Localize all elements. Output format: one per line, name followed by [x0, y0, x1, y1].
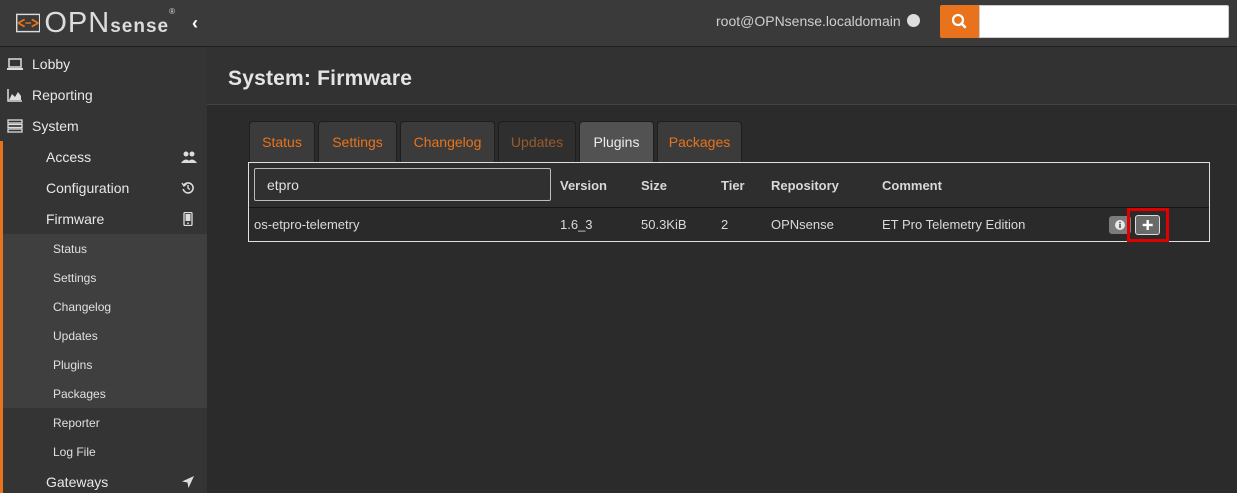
logo-text: OPNsense® — [44, 6, 176, 39]
column-header-repository[interactable]: Repository — [771, 178, 839, 193]
sidebar-item-configuration[interactable]: Configuration — [0, 172, 207, 203]
page-title: System: Firmware — [228, 67, 413, 90]
sidebar-item-label: Packages — [53, 386, 106, 401]
sidebar-item-firmware[interactable]: Firmware — [0, 203, 207, 234]
tab-label: Updates — [510, 134, 564, 150]
sidebar-item-label: Log File — [53, 444, 96, 459]
history-icon — [181, 182, 194, 194]
sidebar-item-lobby[interactable]: Lobby — [0, 48, 207, 79]
logo-icon — [16, 13, 41, 33]
sidebar-item-access[interactable]: Access — [0, 141, 207, 172]
search-input[interactable] — [979, 5, 1229, 38]
laptop-icon — [7, 57, 23, 70]
column-header-version[interactable]: Version — [560, 178, 607, 193]
install-button-highlight — [1127, 208, 1169, 242]
tab-updates[interactable]: Updates — [498, 121, 576, 162]
tab-label: Packages — [668, 134, 731, 150]
sidebar-item-firmware-settings[interactable]: Settings — [0, 263, 207, 292]
search-filter-input[interactable]: etpro — [254, 168, 551, 201]
sidebar-item-label: Configuration — [46, 179, 130, 196]
sidebar-item-label: Plugins — [53, 357, 93, 372]
cell-comment: ET Pro Telemetry Edition — [882, 217, 1026, 232]
tab-changelog[interactable]: Changelog — [400, 121, 495, 162]
tab-settings[interactable]: Settings — [318, 121, 397, 162]
sidebar-item-firmware-reporter[interactable]: Reporter — [0, 408, 207, 437]
sidebar-item-label: Reporting — [32, 86, 93, 103]
column-header-size[interactable]: Size — [641, 178, 667, 193]
sidebar-item-firmware-log-file[interactable]: Log File — [0, 437, 207, 466]
location-arrow-icon — [182, 476, 194, 488]
sidebar-item-firmware-changelog[interactable]: Changelog — [0, 292, 207, 321]
tablet-icon — [183, 212, 193, 226]
cell-tier: 2 — [721, 217, 729, 232]
tab-plugins[interactable]: Plugins — [579, 121, 654, 162]
cell-size: 50.3KiB — [641, 217, 687, 232]
sidebar-item-label: Updates — [53, 328, 98, 343]
tab-label: Changelog — [413, 134, 482, 150]
sidebar-item-firmware-updates[interactable]: Updates — [0, 321, 207, 350]
sidebar-item-firmware-plugins[interactable]: Plugins — [0, 350, 207, 379]
users-icon — [181, 151, 197, 163]
plugins-table: etpro Version Size Tier Repository Comme… — [248, 162, 1210, 242]
cell-repository: OPNsense — [771, 217, 834, 232]
table-row: os-etpro-telemetry 1.6_3 50.3KiB 2 OPNse… — [249, 208, 1209, 242]
top-bar: OPNsense® ‹ root@OPNsense.localdomain — [0, 0, 1237, 47]
search-button[interactable] — [940, 5, 980, 38]
collapse-sidebar-icon[interactable]: ‹ — [192, 13, 208, 33]
sidebar-item-label: System — [32, 117, 79, 134]
sidebar-item-firmware-status[interactable]: Status — [0, 234, 207, 263]
column-header-comment[interactable]: Comment — [882, 178, 942, 193]
sidebar-item-gateways[interactable]: Gateways — [0, 466, 207, 493]
filter-value: etpro — [267, 176, 299, 193]
user-label[interactable]: root@OPNsense.localdomain — [716, 13, 901, 29]
page-header: System: Firmware — [207, 47, 1237, 105]
column-header-tier[interactable]: Tier — [721, 178, 745, 193]
sidebar-item-label: Gateways — [46, 473, 109, 490]
sidebar-item-label: Status — [53, 241, 88, 256]
search-icon — [951, 13, 967, 29]
sidebar-item-reporting[interactable]: Reporting — [0, 79, 207, 110]
cell-name: os-etpro-telemetry — [254, 217, 360, 232]
server-icon — [7, 118, 23, 133]
sidebar-item-label: Settings — [53, 270, 97, 285]
tab-label: Plugins — [593, 134, 640, 150]
table-header: etpro Version Size Tier Repository Comme… — [249, 163, 1209, 208]
tab-status[interactable]: Status — [249, 121, 315, 162]
sidebar-item-label: Firmware — [46, 210, 105, 227]
sidebar-item-label: Reporter — [53, 415, 100, 430]
sidebar-item-firmware-packages[interactable]: Packages — [0, 379, 207, 408]
sidebar-item-system[interactable]: System — [0, 110, 207, 141]
tab-packages[interactable]: Packages — [657, 121, 742, 162]
opnsense-logo[interactable]: OPNsense® — [16, 6, 176, 40]
cell-version: 1.6_3 — [560, 217, 593, 232]
sidebar-item-label: Changelog — [53, 299, 112, 314]
main-content: System: Firmware Status Settings Changel… — [207, 47, 1237, 493]
sidebar-item-label: Lobby — [32, 55, 71, 72]
sidebar-item-label: Access — [46, 148, 92, 165]
area-chart-icon — [7, 88, 22, 102]
tab-label: Settings — [332, 134, 383, 150]
sidebar: Lobby Reporting System Access Configurat… — [0, 47, 207, 493]
tab-label: Status — [262, 134, 302, 150]
status-indicator-icon[interactable] — [907, 14, 920, 27]
